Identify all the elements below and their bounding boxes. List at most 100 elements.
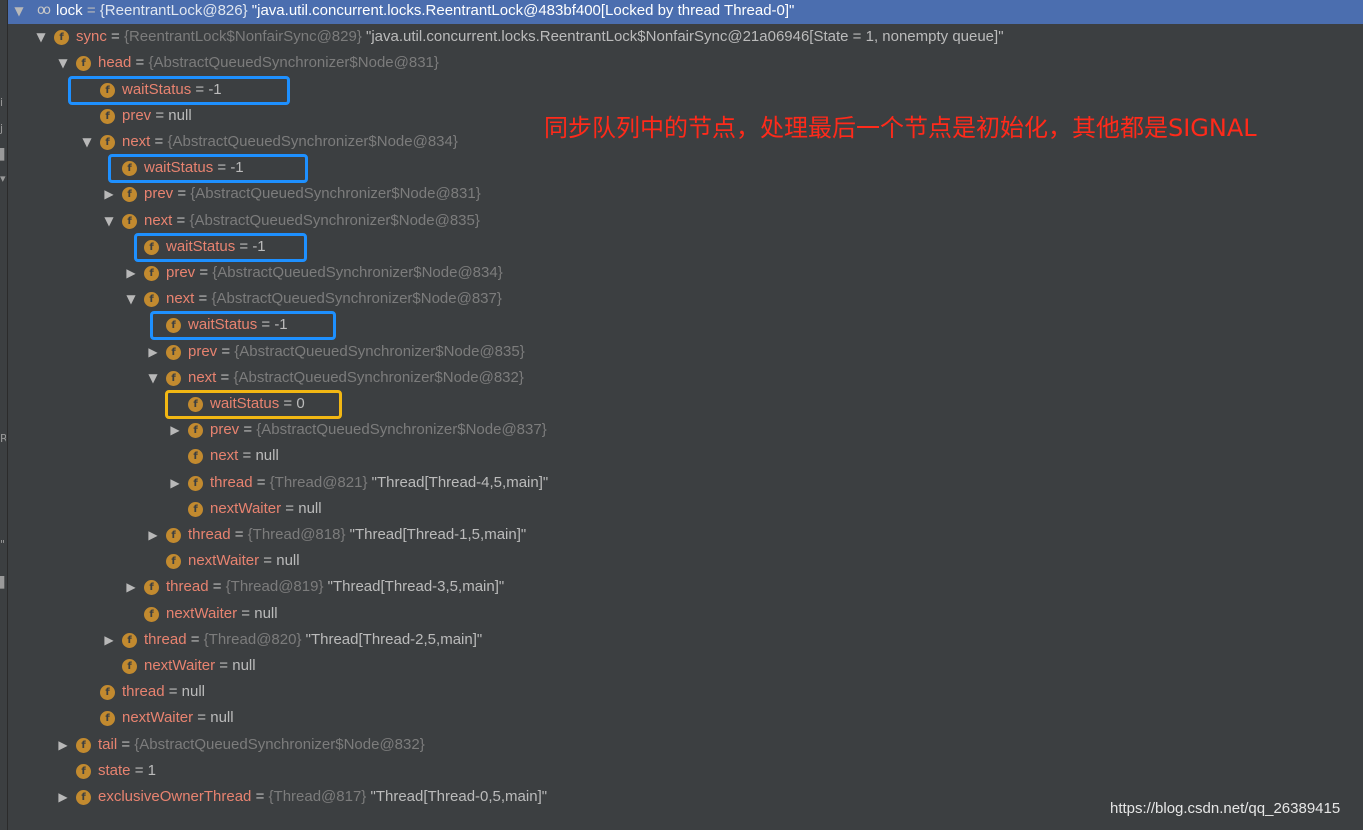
field-value: 0: [296, 395, 305, 412]
collapse-arrow-icon[interactable]: ▶: [102, 627, 116, 653]
object-reference: {Thread@818}: [247, 526, 346, 543]
equals-sign: =: [208, 578, 226, 596]
tree-row[interactable]: ▼ f next = {AbstractQueuedSynchronizer$Nod…: [8, 208, 1363, 234]
field-value: null: [298, 499, 322, 517]
collapse-arrow-icon[interactable]: ▶: [56, 732, 70, 758]
tree-row[interactable]: ▼ oo lock = {ReentrantLock@826} "java.util…: [8, 0, 1363, 24]
equals-sign: =: [213, 159, 231, 177]
object-reference: {AbstractQueuedSynchronizer$Node@831}: [148, 54, 439, 72]
gutter-mark: ▌: [0, 148, 6, 161]
equals-sign: =: [191, 80, 209, 98]
collapse-arrow-icon[interactable]: ▶: [146, 522, 160, 548]
tree-row[interactable]: f nextWaiter = null: [8, 496, 1363, 522]
tree-row[interactable]: f waitStatus = -1: [8, 312, 1363, 338]
field-value: null: [276, 552, 300, 570]
tree-row[interactable]: ▼ f next = {AbstractQueuedSynchronizer$Nod…: [8, 365, 1363, 391]
field-icon: f: [76, 56, 91, 72]
equals-sign: =: [238, 447, 256, 465]
equals-sign: =: [215, 657, 233, 674]
field-name: waitStatus: [166, 237, 236, 255]
field-name: thread: [122, 683, 165, 701]
tree-row[interactable]: f next = null: [8, 443, 1363, 469]
field-value: -1: [230, 159, 244, 177]
object-reference: {AbstractQueuedSynchronizer$Node@834}: [212, 264, 503, 281]
field-value: "Thread[Thread-4,5,main]": [367, 473, 549, 491]
tree-row[interactable]: f nextWaiter = null: [8, 601, 1363, 627]
field-name: nextWaiter: [144, 657, 216, 674]
field-name: tail: [98, 735, 118, 753]
object-reference: {AbstractQueuedSynchronizer$Node@837}: [211, 290, 502, 308]
field-name: nextWaiter: [188, 552, 260, 570]
tree-row[interactable]: ▶ f prev = {AbstractQueuedSynchronizer$Nod…: [8, 339, 1363, 365]
expand-arrow-icon[interactable]: ▼: [124, 286, 138, 312]
tree-row[interactable]: ▶ f tail = {AbstractQueuedSynchronizer$Nod…: [8, 732, 1363, 758]
field-icon: f: [76, 763, 91, 779]
field-name: thread: [188, 526, 231, 543]
field-value: "Thread[Thread-3,5,main]": [323, 578, 505, 596]
tree-row[interactable]: ▶ f thread = {Thread@820} "Thread[Thread-2…: [8, 627, 1363, 653]
equals-sign: =: [237, 604, 255, 622]
field-icon: f: [76, 790, 91, 805]
field-name: exclusiveOwnerThread: [98, 788, 252, 805]
equals-sign: =: [164, 683, 182, 701]
equals-sign: =: [151, 106, 169, 124]
gutter-mark: ▾: [0, 172, 6, 185]
equals-sign: =: [252, 473, 270, 491]
expand-arrow-icon[interactable]: ▼: [102, 208, 116, 234]
tree-row[interactable]: ▶ f prev = {AbstractQueuedSynchronizer$Nod…: [8, 181, 1363, 207]
equals-sign: =: [150, 133, 168, 150]
tree-row[interactable]: f waitStatus = 0: [8, 391, 1363, 417]
tree-row[interactable]: ▼ f sync = {ReentrantLock$NonfairSync@829}…: [8, 24, 1363, 50]
tree-row[interactable]: f waitStatus = -1: [8, 155, 1363, 181]
tree-row[interactable]: ▼ f next = {AbstractQueuedSynchronizer$Nod…: [8, 286, 1363, 312]
tree-row[interactable]: f state = 1: [8, 758, 1363, 784]
equals-sign: =: [194, 290, 212, 308]
field-name: waitStatus: [210, 395, 280, 412]
collapse-arrow-icon[interactable]: ▶: [168, 470, 182, 496]
tree-row[interactable]: ▶ f prev = {AbstractQueuedSynchronizer$Nod…: [8, 417, 1363, 443]
field-value: -1: [274, 316, 288, 334]
left-gutter: i j ▌ ▾ R " ▌: [0, 0, 8, 830]
tree-row[interactable]: f waitStatus = -1: [8, 77, 1363, 103]
equals-sign: =: [195, 264, 213, 281]
tree-row[interactable]: f nextWaiter = null: [8, 653, 1363, 679]
equals-sign: =: [251, 788, 269, 805]
expand-arrow-icon[interactable]: ▼: [146, 365, 160, 391]
tree-row[interactable]: ▶ f thread = {Thread@819} "Thread[Thread-3…: [8, 574, 1363, 600]
collapse-arrow-icon[interactable]: ▶: [124, 574, 138, 600]
collapse-arrow-icon[interactable]: ▶: [102, 181, 116, 207]
collapse-arrow-icon[interactable]: ▶: [56, 784, 70, 810]
equals-sign: =: [235, 237, 253, 255]
tree-row[interactable]: f nextWaiter = null: [8, 705, 1363, 731]
collapse-arrow-icon[interactable]: ▶: [146, 339, 160, 365]
object-reference: {AbstractQueuedSynchronizer$Node@834}: [167, 133, 458, 150]
object-reference: {AbstractQueuedSynchronizer$Node@832}: [134, 735, 425, 753]
field-name: next: [188, 368, 217, 386]
tree-row[interactable]: ▼ f head = {AbstractQueuedSynchronizer$Nod…: [8, 50, 1363, 76]
collapse-arrow-icon[interactable]: ▶: [168, 417, 182, 443]
field-value: "Thread[Thread-1,5,main]": [345, 526, 527, 543]
tree-row[interactable]: ▶ f thread = {Thread@821} "Thread[Thread-4…: [8, 470, 1363, 496]
gutter-mark: R: [0, 432, 6, 445]
expand-arrow-icon[interactable]: ▼: [80, 129, 94, 155]
tree-row[interactable]: f thread = null: [8, 679, 1363, 705]
tree-row[interactable]: ▶ f prev = {AbstractQueuedSynchronizer$Nod…: [8, 260, 1363, 286]
tree-row[interactable]: f nextWaiter = null: [8, 548, 1363, 574]
field-icon: f: [76, 737, 91, 753]
tree-row[interactable]: f waitStatus = -1: [8, 234, 1363, 260]
gutter-mark: ▌: [0, 576, 6, 589]
object-reference: {AbstractQueuedSynchronizer$Node@831}: [190, 185, 481, 203]
field-name: thread: [144, 630, 187, 648]
equals-sign: =: [216, 368, 234, 386]
expand-arrow-icon[interactable]: ▼: [12, 0, 26, 24]
field-icon: f: [144, 580, 159, 596]
field-icon: f: [144, 266, 159, 281]
collapse-arrow-icon[interactable]: ▶: [124, 260, 138, 286]
equals-sign: =: [281, 499, 299, 517]
field-name: waitStatus: [122, 80, 192, 98]
expand-arrow-icon[interactable]: ▼: [56, 50, 70, 76]
equals-sign: =: [130, 761, 148, 779]
field-value: "java.util.concurrent.locks.ReentrantLoc…: [247, 2, 795, 19]
expand-arrow-icon[interactable]: ▼: [34, 24, 48, 50]
tree-row[interactable]: ▶ f thread = {Thread@818} "Thread[Thread-1…: [8, 522, 1363, 548]
